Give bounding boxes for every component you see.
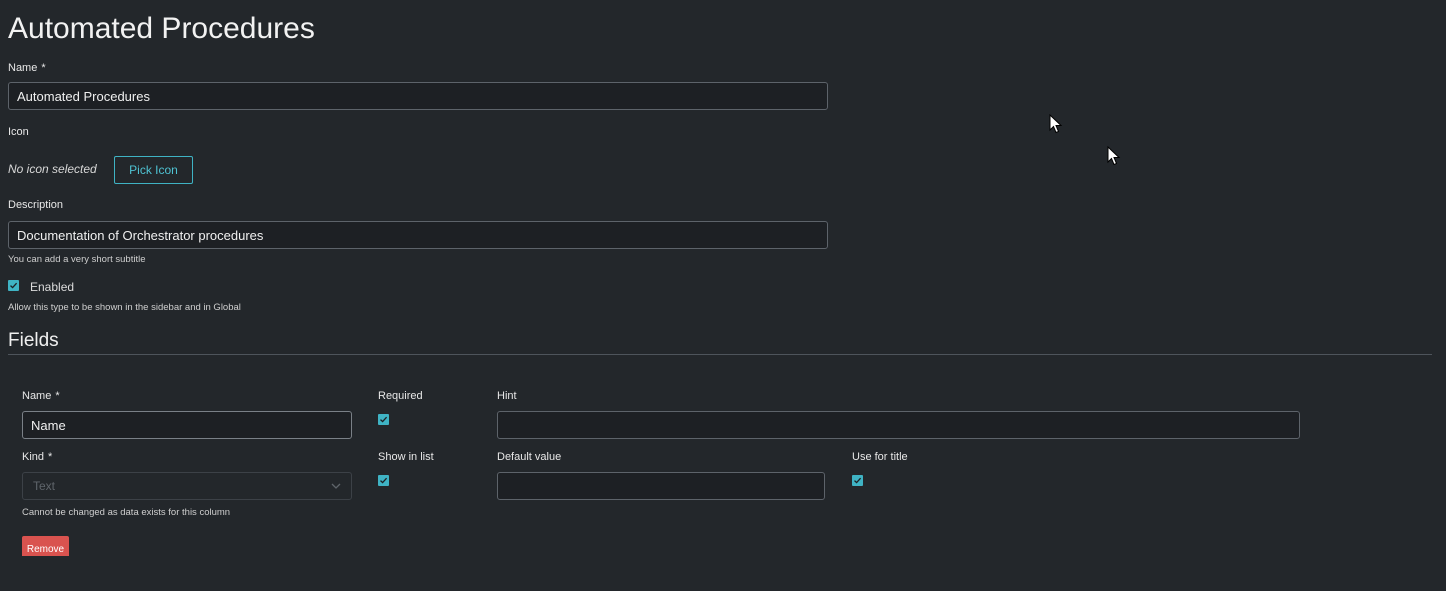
kind-help: Cannot be changed as data exists for thi…: [22, 507, 231, 518]
required-checkbox[interactable]: [378, 414, 389, 425]
check-icon: [854, 477, 862, 484]
field-name-input[interactable]: Name: [22, 411, 352, 439]
remove-button[interactable]: Remove: [22, 536, 69, 556]
icon-label: Icon: [8, 126, 29, 138]
show-in-list-checkbox[interactable]: [378, 475, 389, 486]
description-label: Description: [8, 199, 64, 211]
description-help: You can add a very short subtitle: [8, 254, 146, 265]
use-for-title-label: Use for title: [852, 451, 908, 463]
hint-label: Hint: [497, 390, 517, 402]
required-label: Required: [378, 390, 423, 402]
use-for-title-checkbox[interactable]: [852, 475, 863, 486]
check-icon: [380, 477, 388, 484]
enabled-checkbox[interactable]: [8, 280, 19, 291]
kind-label: Kind *: [22, 451, 53, 463]
page-title: Automated Procedures: [8, 12, 315, 45]
name-input[interactable]: Automated Procedures: [8, 82, 828, 110]
default-value-label: Default value: [497, 451, 562, 463]
enabled-help: Allow this type to be shown in the sideb…: [8, 302, 241, 313]
name-label: Name *: [8, 62, 46, 74]
check-icon: [10, 282, 18, 289]
fields-divider: [8, 354, 1432, 355]
description-input[interactable]: Documentation of Orchestrator procedures: [8, 221, 828, 249]
fields-section-title: Fields: [8, 330, 59, 351]
hint-input[interactable]: [497, 411, 1300, 439]
mouse-cursor-icon: [1107, 146, 1121, 166]
field-name-label: Name *: [22, 390, 60, 402]
default-value-input[interactable]: [497, 472, 825, 500]
show-in-list-label: Show in list: [378, 451, 434, 463]
icon-status: No icon selected: [8, 162, 97, 176]
kind-select[interactable]: Text: [22, 472, 352, 500]
check-icon: [380, 416, 388, 423]
pick-icon-button[interactable]: Pick Icon: [114, 156, 193, 184]
enabled-label: Enabled: [30, 280, 75, 294]
mouse-cursor-icon: [1049, 114, 1063, 134]
chevron-down-icon: [331, 483, 341, 489]
kind-selected-value: Text: [33, 479, 56, 493]
